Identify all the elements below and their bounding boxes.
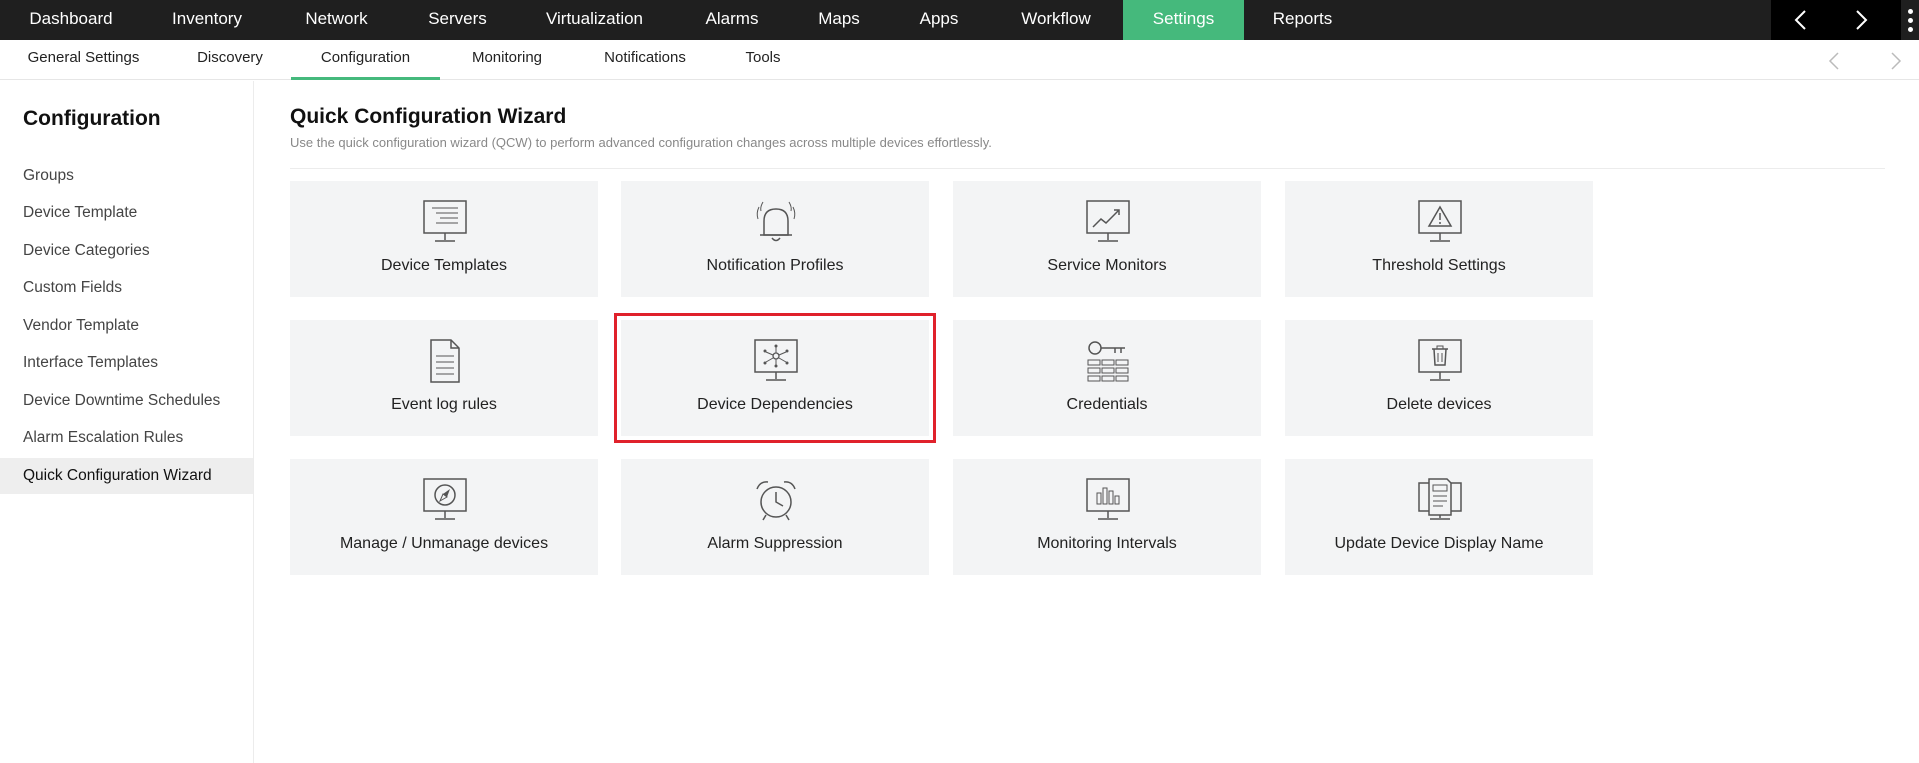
tab-settings[interactable]: Settings — [1123, 0, 1244, 40]
main-content: Quick Configuration Wizard Use the quick… — [255, 81, 1919, 763]
sidebar-item-device-template[interactable]: Device Template — [0, 195, 253, 231]
subtab-notifications[interactable]: Notifications — [592, 40, 698, 80]
card-alarm-suppression[interactable]: Alarm Suppression — [621, 459, 929, 575]
document-icon — [430, 339, 460, 383]
tab-inventory[interactable]: Inventory — [142, 0, 272, 40]
sidebar: Configuration Groups Device Template Dev… — [0, 81, 254, 763]
card-device-templates[interactable]: Device Templates — [290, 181, 598, 297]
top-nav: Dashboard Inventory Network Servers Virt… — [0, 0, 1919, 40]
subtab-tools[interactable]: Tools — [733, 40, 793, 80]
card-event-log-rules[interactable]: Event log rules — [290, 320, 598, 436]
card-credentials[interactable]: Credentials — [953, 320, 1261, 436]
chevron-right-icon — [1891, 52, 1902, 70]
subtab-general-settings[interactable]: General Settings — [17, 40, 150, 80]
subtab-discovery[interactable]: Discovery — [180, 40, 280, 80]
card-label: Manage / Unmanage devices — [339, 535, 549, 552]
tab-network[interactable]: Network — [272, 0, 401, 40]
alarm-clock-icon — [756, 481, 796, 521]
card-label: Service Monitors — [1047, 257, 1167, 274]
chevron-left-icon — [1828, 52, 1839, 70]
card-threshold-settings[interactable]: Threshold Settings — [1285, 181, 1593, 297]
card-notification-profiles[interactable]: Notification Profiles — [621, 181, 929, 297]
tab-servers[interactable]: Servers — [401, 0, 514, 40]
sub-nav: General Settings Discovery Configuration… — [0, 40, 1919, 80]
card-label: Alarm Suppression — [707, 535, 843, 552]
key-icon — [1087, 341, 1129, 382]
monitor-doc-icon — [1418, 478, 1462, 520]
card-label: Notification Profiles — [706, 257, 844, 274]
monitor-bars-icon — [1086, 478, 1130, 520]
card-device-dependencies[interactable]: Device Dependencies — [614, 313, 936, 443]
monitor-trash-icon — [1418, 339, 1462, 381]
nav-right-arrow-button[interactable] — [1831, 0, 1891, 40]
divider — [290, 168, 1885, 169]
more-menu-icon[interactable] — [1901, 0, 1919, 40]
card-label: Credentials — [1066, 396, 1148, 413]
sidebar-item-quick-configuration-wizard[interactable]: Quick Configuration Wizard — [0, 458, 253, 494]
monitor-warning-icon — [1418, 200, 1462, 242]
card-delete-devices[interactable]: Delete devices — [1285, 320, 1593, 436]
card-label: Device Templates — [381, 257, 507, 274]
card-label: Threshold Settings — [1372, 257, 1506, 274]
sidebar-item-custom-fields[interactable]: Custom Fields — [0, 270, 253, 306]
tab-maps[interactable]: Maps — [789, 0, 889, 40]
monitor-compass-icon — [423, 478, 467, 520]
chevron-left-icon — [1794, 10, 1806, 30]
card-manage-unmanage-devices[interactable]: Manage / Unmanage devices — [290, 459, 598, 575]
card-label: Device Dependencies — [697, 396, 853, 413]
subtab-monitoring[interactable]: Monitoring — [460, 40, 554, 80]
tab-reports[interactable]: Reports — [1244, 0, 1361, 40]
tab-dashboard[interactable]: Dashboard — [0, 0, 142, 40]
subtab-configuration[interactable]: Configuration — [291, 40, 440, 80]
sidebar-item-vendor-template[interactable]: Vendor Template — [0, 308, 253, 344]
sidebar-item-interface-templates[interactable]: Interface Templates — [0, 345, 253, 381]
page-description: Use the quick configuration wizard (QCW)… — [290, 135, 992, 150]
tab-alarms[interactable]: Alarms — [675, 0, 789, 40]
bell-icon — [756, 201, 796, 242]
card-service-monitors[interactable]: Service Monitors — [953, 181, 1261, 297]
nav-arrows — [1771, 0, 1901, 40]
sidebar-item-groups[interactable]: Groups — [0, 158, 253, 194]
monitor-chart-icon — [1086, 200, 1130, 242]
page-title: Quick Configuration Wizard — [290, 105, 567, 128]
sidebar-item-alarm-escalation-rules[interactable]: Alarm Escalation Rules — [0, 420, 253, 456]
card-label: Monitoring Intervals — [1037, 535, 1177, 552]
chevron-right-icon — [1856, 10, 1868, 30]
sidebar-heading: Configuration — [23, 107, 161, 130]
card-monitoring-intervals[interactable]: Monitoring Intervals — [953, 459, 1261, 575]
card-label: Update Device Display Name — [1334, 535, 1544, 552]
subnav-left-arrow-button[interactable] — [1824, 50, 1846, 72]
card-label: Event log rules — [391, 396, 497, 413]
card-update-device-display-name[interactable]: Update Device Display Name — [1285, 459, 1593, 575]
monitor-network-icon — [754, 339, 798, 381]
nav-left-arrow-button[interactable] — [1771, 0, 1831, 40]
tab-virtualization[interactable]: Virtualization — [514, 0, 675, 40]
subnav-right-arrow-button[interactable] — [1884, 50, 1906, 72]
monitor-list-icon — [423, 200, 467, 242]
card-label: Delete devices — [1386, 396, 1492, 413]
tab-workflow[interactable]: Workflow — [989, 0, 1123, 40]
sidebar-item-device-downtime-schedules[interactable]: Device Downtime Schedules — [0, 383, 253, 419]
sidebar-item-device-categories[interactable]: Device Categories — [0, 233, 253, 269]
tab-apps[interactable]: Apps — [889, 0, 989, 40]
